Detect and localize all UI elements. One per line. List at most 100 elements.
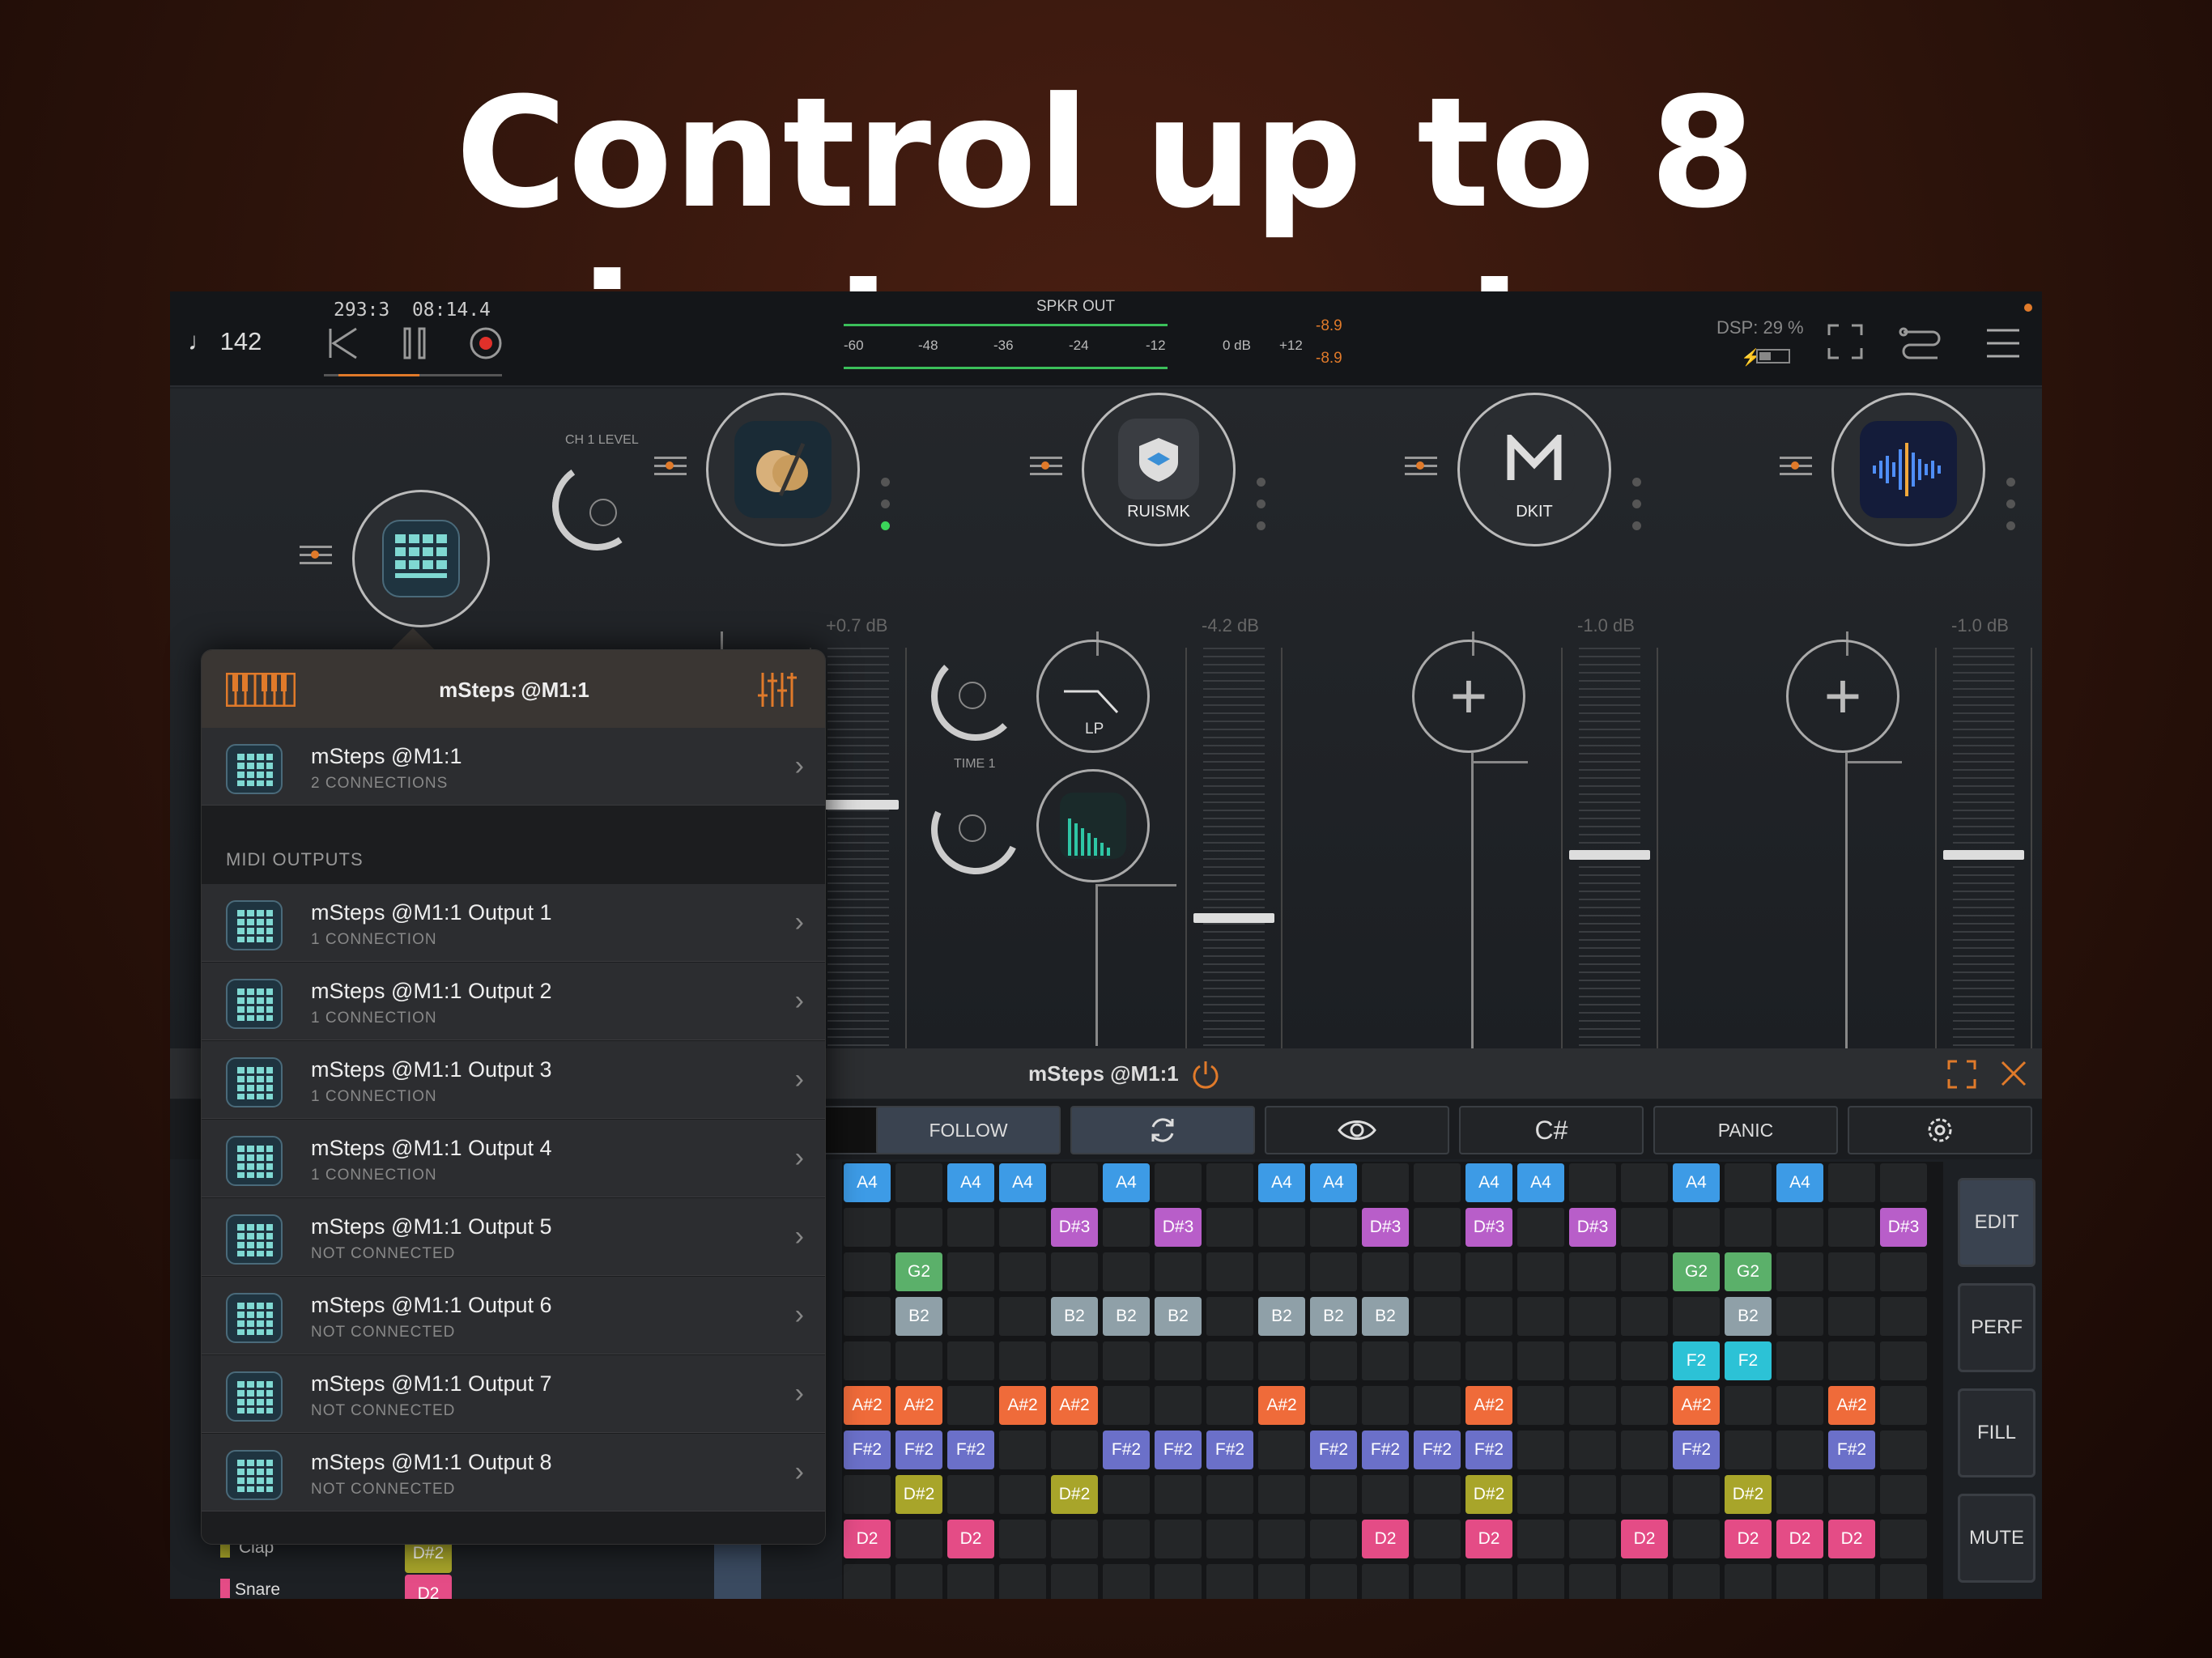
grid-cell[interactable] <box>1362 1386 1409 1425</box>
grid-cell[interactable] <box>1621 1297 1668 1336</box>
grid-cell[interactable] <box>895 1163 942 1202</box>
note-cell[interactable]: B2 <box>1310 1297 1357 1336</box>
grid-cell[interactable] <box>1414 1564 1461 1599</box>
note-cell[interactable]: A4 <box>1673 1163 1720 1202</box>
grid-cell[interactable] <box>1725 1208 1772 1247</box>
note-cell[interactable]: F#2 <box>1414 1431 1461 1469</box>
grid-cell[interactable] <box>947 1208 994 1247</box>
note-cell[interactable]: F2 <box>1725 1341 1772 1380</box>
grid-cell[interactable] <box>844 1475 891 1514</box>
grid-cell[interactable] <box>1414 1252 1461 1291</box>
reverb-fx[interactable] <box>1036 769 1150 882</box>
note-cell[interactable]: F#2 <box>1206 1431 1253 1469</box>
grid-cell[interactable] <box>1569 1386 1616 1425</box>
note-cell[interactable]: F#2 <box>1362 1431 1409 1469</box>
power-icon[interactable] <box>1190 1060 1221 1090</box>
note-cell[interactable]: G2 <box>895 1252 942 1291</box>
note-cell[interactable]: D2 <box>1362 1520 1409 1558</box>
note-cell[interactable]: A4 <box>947 1163 994 1202</box>
note-cell[interactable]: A4 <box>844 1163 891 1202</box>
grid-cell[interactable] <box>1828 1475 1875 1514</box>
note-cell[interactable]: D#2 <box>1051 1475 1098 1514</box>
note-cell[interactable]: D2 <box>1621 1520 1668 1558</box>
channel-settings-icon[interactable] <box>1030 453 1062 478</box>
note-cell[interactable]: D#3 <box>1569 1208 1616 1247</box>
note-cell[interactable]: F#2 <box>1673 1431 1720 1469</box>
grid-cell[interactable] <box>1414 1520 1461 1558</box>
grid-cell[interactable] <box>1569 1520 1616 1558</box>
channel-1-node[interactable] <box>706 393 860 546</box>
grid-cell[interactable] <box>1414 1208 1461 1247</box>
grid-cell[interactable] <box>1880 1431 1927 1469</box>
note-cell[interactable]: D#3 <box>1051 1208 1098 1247</box>
grid-cell[interactable] <box>999 1297 1046 1336</box>
grid-cell[interactable] <box>1569 1252 1616 1291</box>
grid-cell[interactable] <box>1776 1208 1823 1247</box>
grid-cell[interactable] <box>1155 1252 1202 1291</box>
grid-cell[interactable] <box>1465 1564 1512 1599</box>
tempo-display[interactable]: ♩ 142 <box>188 327 262 356</box>
grid-cell[interactable] <box>1725 1564 1772 1599</box>
note-cell[interactable]: F#2 <box>1310 1431 1357 1469</box>
expand-icon[interactable] <box>1947 1060 1976 1089</box>
grid-cell[interactable] <box>844 1564 891 1599</box>
grid-cell[interactable] <box>947 1297 994 1336</box>
grid-cell[interactable] <box>1258 1431 1305 1469</box>
grid-cell[interactable] <box>1828 1297 1875 1336</box>
grid-cell[interactable] <box>1621 1386 1668 1425</box>
grid-cell[interactable] <box>1725 1431 1772 1469</box>
grid-cell[interactable] <box>947 1386 994 1425</box>
grid-cell[interactable] <box>1880 1475 1927 1514</box>
note-cell[interactable]: B2 <box>1362 1297 1409 1336</box>
grid-cell[interactable] <box>1517 1564 1564 1599</box>
grid-cell[interactable] <box>947 1252 994 1291</box>
note-cell[interactable]: D2 <box>947 1520 994 1558</box>
msteps-node[interactable] <box>352 490 490 627</box>
grid-cell[interactable] <box>1828 1564 1875 1599</box>
grid-cell[interactable] <box>1206 1341 1253 1380</box>
grid-cell[interactable] <box>1103 1386 1150 1425</box>
note-cell[interactable]: B2 <box>895 1297 942 1336</box>
grid-cell[interactable] <box>1414 1475 1461 1514</box>
grid-cell[interactable] <box>947 1564 994 1599</box>
grid-cell[interactable] <box>1310 1520 1357 1558</box>
grid-cell[interactable] <box>1258 1208 1305 1247</box>
channel-settings-icon[interactable] <box>654 453 687 478</box>
edit-mode-button[interactable]: EDIT <box>1958 1178 2035 1267</box>
grid-cell[interactable] <box>1258 1564 1305 1599</box>
note-cell[interactable]: D2 <box>844 1520 891 1558</box>
note-cell[interactable]: A#2 <box>1051 1386 1098 1425</box>
grid-cell[interactable] <box>1828 1252 1875 1291</box>
grid-cell[interactable] <box>1569 1431 1616 1469</box>
midi-output-item[interactable]: mSteps @M1:1 Output 5 NOT CONNECTED › <box>202 1198 825 1276</box>
grid-cell[interactable] <box>947 1341 994 1380</box>
grid-cell[interactable] <box>1621 1208 1668 1247</box>
grid-cell[interactable] <box>1621 1475 1668 1514</box>
midi-output-item[interactable]: mSteps @M1:1 Output 1 1 CONNECTION › <box>202 884 825 962</box>
grid-cell[interactable] <box>1828 1208 1875 1247</box>
step-grid[interactable]: A4 A4 A4 A4 A4 A4 A4 A4 A4 A4 D#3 D#3 D#3 D#3 D#3 D#3 G2… <box>842 1162 1943 1599</box>
note-cell[interactable]: F#2 <box>895 1431 942 1469</box>
fill-button[interactable]: FILL <box>1958 1388 2035 1477</box>
grid-cell[interactable] <box>1776 1341 1823 1380</box>
grid-cell[interactable] <box>1155 1341 1202 1380</box>
midi-output-item[interactable]: mSteps @M1:1 Output 8 NOT CONNECTED › <box>202 1434 825 1511</box>
grid-cell[interactable] <box>844 1252 891 1291</box>
grid-cell[interactable] <box>1880 1252 1927 1291</box>
note-cell[interactable]: B2 <box>1258 1297 1305 1336</box>
note-cell[interactable]: A#2 <box>999 1386 1046 1425</box>
grid-cell[interactable] <box>1051 1163 1098 1202</box>
grid-cell[interactable] <box>1206 1386 1253 1425</box>
grid-cell[interactable] <box>999 1475 1046 1514</box>
note-cell[interactable]: D2 <box>1465 1520 1512 1558</box>
grid-cell[interactable] <box>1621 1431 1668 1469</box>
routing-icon[interactable] <box>1899 321 1944 359</box>
grid-cell[interactable] <box>1465 1252 1512 1291</box>
grid-cell[interactable] <box>1103 1341 1150 1380</box>
note-cell[interactable]: A#2 <box>844 1386 891 1425</box>
note-cell[interactable]: A4 <box>1465 1163 1512 1202</box>
channel-3-fader[interactable] <box>1561 648 1658 1069</box>
grid-cell[interactable] <box>1569 1564 1616 1599</box>
midi-output-item[interactable]: mSteps @M1:1 Output 3 1 CONNECTION › <box>202 1041 825 1119</box>
grid-cell[interactable] <box>1569 1475 1616 1514</box>
